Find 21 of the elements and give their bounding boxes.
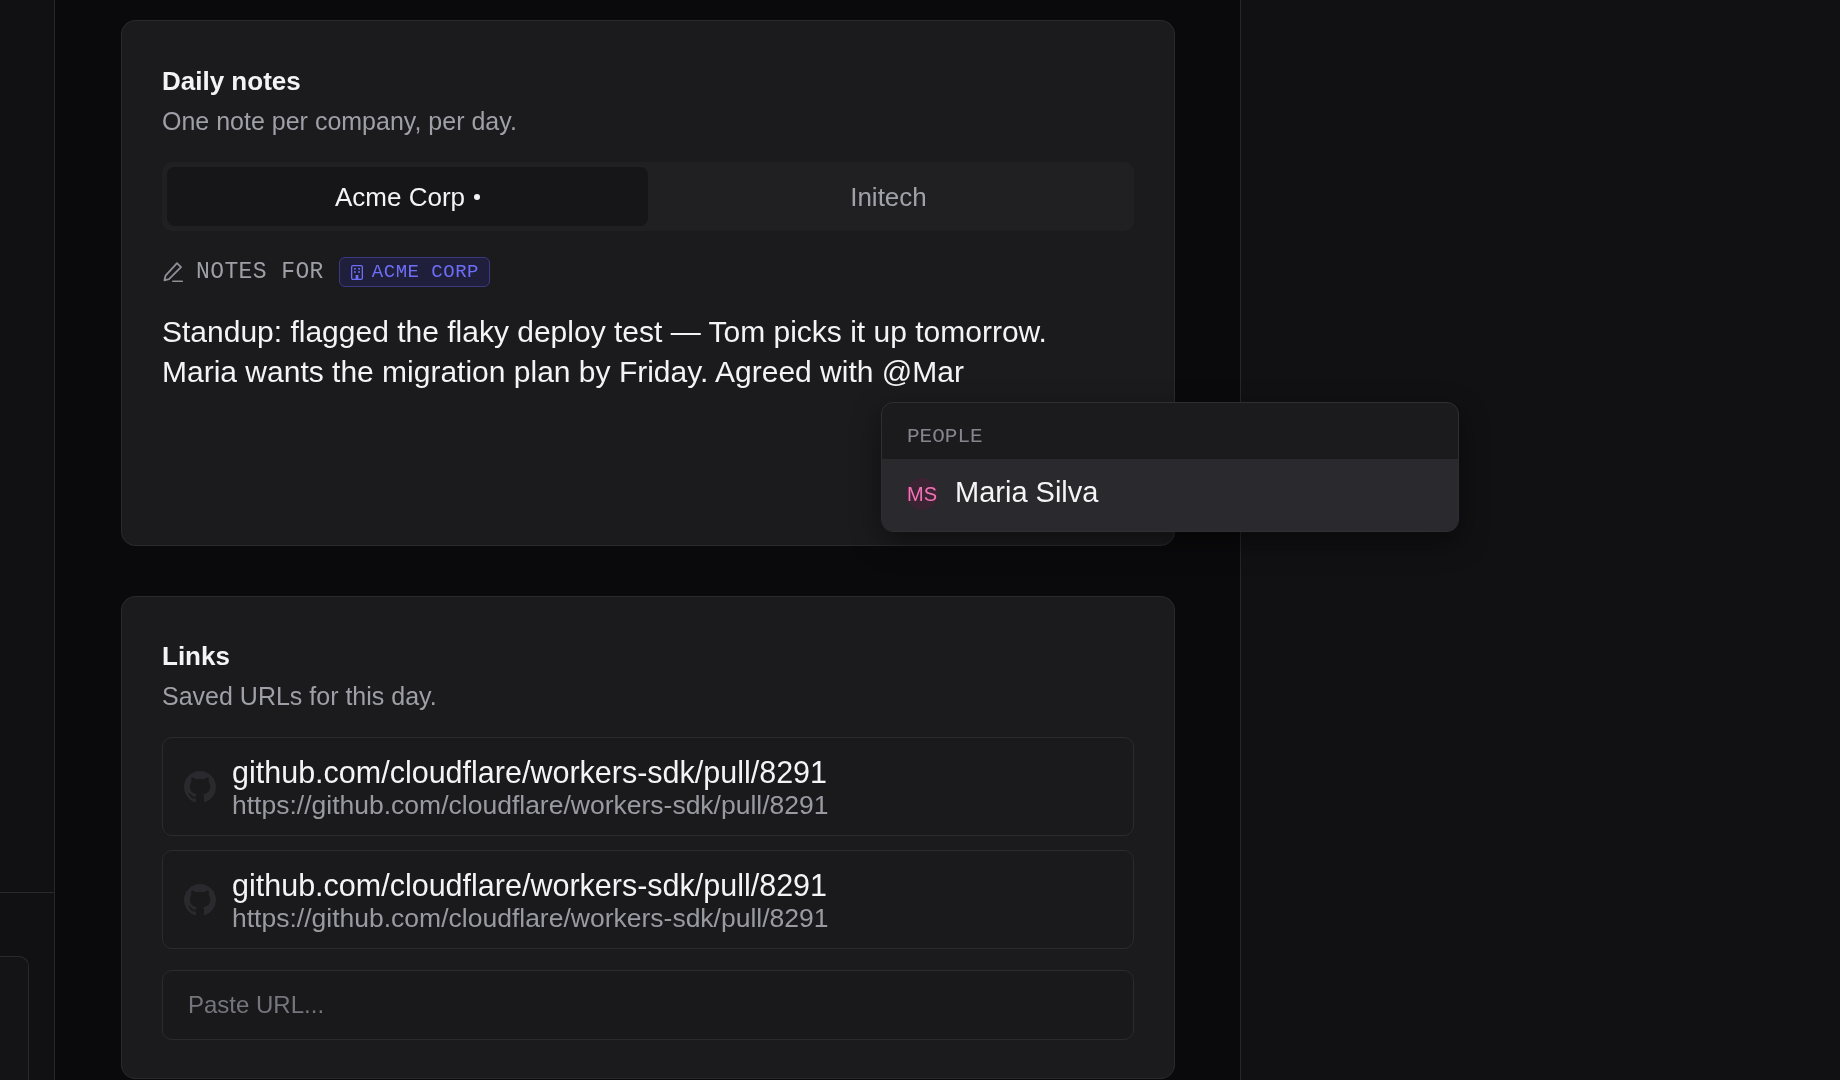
link-url: https://github.com/cloudflare/workers-sdk/pull/8291: [232, 902, 829, 933]
building-icon: [350, 264, 363, 280]
card-title: Daily notes: [162, 65, 301, 97]
company-tab[interactable]: Initech: [648, 167, 1129, 226]
card-title: Links: [162, 640, 230, 672]
url-input[interactable]: Paste URL...: [162, 970, 1134, 1040]
link-card[interactable]: github.com/cloudflare/workers-sdk/pull/8291 https://github.com/cloudflare/workers-sdk/pull/8291: [162, 850, 1134, 949]
mention-option[interactable]: MS Maria Silva: [882, 459, 1458, 531]
link-card[interactable]: github.com/cloudflare/workers-sdk/pull/8291 https://github.com/cloudflare/workers-sdk/pull/8291: [162, 737, 1134, 836]
card-subtitle: One note per company, per day.: [162, 106, 517, 136]
link-url: https://github.com/cloudflare/workers-sdk/pull/8291: [232, 789, 829, 820]
note-editor[interactable]: Standup: flagged the flaky deploy test — Tom picks it up tomorrow. Maria wants the migration plan by Friday. Agreed with @Mar: [162, 312, 1134, 392]
notes-for-label: NOTES FOR: [196, 258, 324, 287]
link-title: github.com/cloudflare/workers-sdk/pull/8291: [232, 866, 828, 903]
pencil-icon: [163, 262, 183, 282]
company-name: ACME CORP: [371, 260, 479, 284]
company-tab[interactable]: Acme Corp: [167, 167, 648, 226]
card-subtitle: Saved URLs for this day.: [162, 681, 437, 711]
menu-heading: PEOPLE: [907, 425, 983, 448]
avatar: MS: [906, 478, 938, 510]
link-title: github.com/cloudflare/workers-sdk/pull/8291: [232, 753, 828, 790]
